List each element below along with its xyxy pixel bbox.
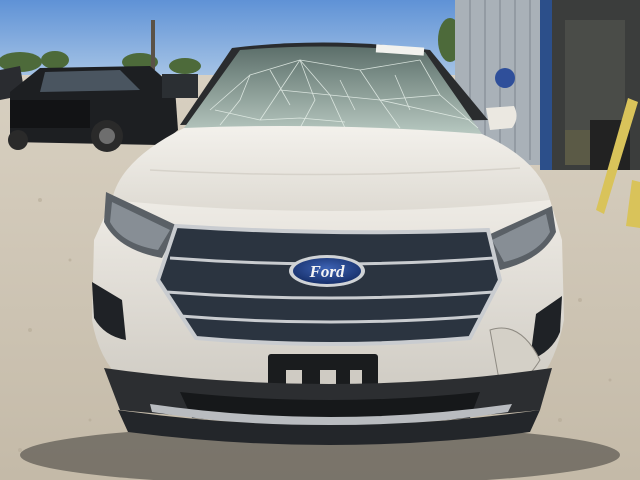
ford-badge: Ford <box>289 255 365 287</box>
utility-pole <box>151 20 155 70</box>
side-mirror <box>486 106 517 130</box>
ford-badge-text: Ford <box>309 262 345 281</box>
photo-scene: Ford <box>0 0 640 480</box>
photo-canvas: Ford <box>0 0 640 480</box>
